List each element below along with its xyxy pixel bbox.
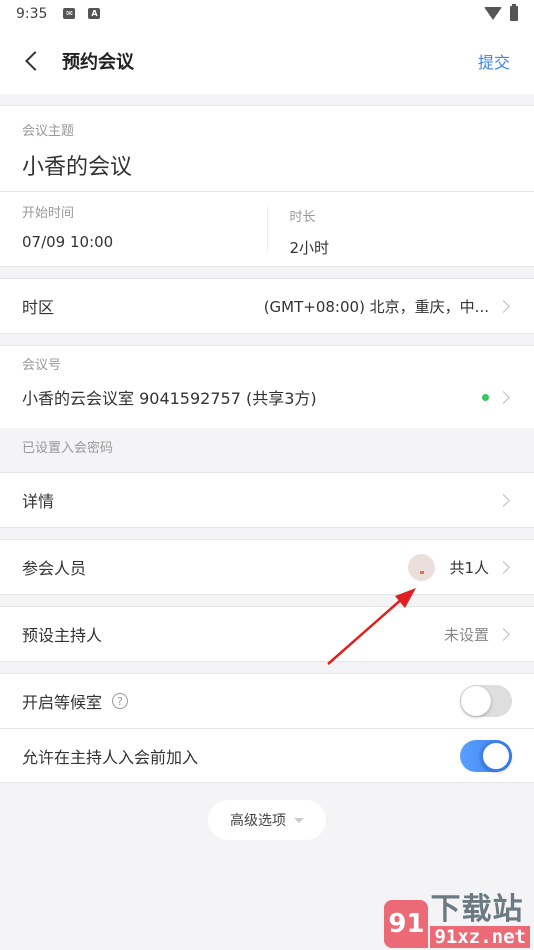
battery-charging-icon [510,4,518,21]
help-icon[interactable]: ? [112,693,129,709]
caret-down-icon [294,817,304,823]
start-time-label: 开始时间 [22,206,75,221]
topic-label: 会议主题 [22,124,75,139]
waiting-room-toggle[interactable] [460,685,512,717]
host-row[interactable]: 预设主持人 未设置 [0,607,534,661]
meeting-id-label: 会议号 [22,358,62,373]
chevron-right-icon [497,299,510,313]
topic-time-section: 会议主题 小香的会议 开始时间 07/09 10:00 时长 2小时 [0,105,534,267]
mail-icon: ✉ [63,8,76,19]
chevron-right-icon [497,627,510,641]
host-value: 未设置 [443,625,489,644]
start-time-value: 07/09 10:00 [22,233,114,251]
watermark-en: 91xz.net [430,926,530,948]
waiting-room-label: 开启等候室 [22,693,103,712]
topic-value: 小香的会议 [22,155,133,180]
join-before-host-row: 允许在主持人入会前加入 [0,728,534,782]
meeting-id-value: 小香的云会议室 9041592757 (共享3方) [22,389,317,408]
wifi-icon [484,7,502,20]
participants-count: 共1人 [449,558,489,577]
timezone-row[interactable]: 时区 (GMT+08:00) 北京，重庆，中... [0,279,534,333]
status-bar: 9:35 ✉ A [0,0,534,27]
join-before-host-label: 允许在主持人入会前加入 [22,747,199,767]
watermark-logo: 91 [384,900,429,948]
app-header: 预约会议 提交 [0,27,534,94]
topic-field[interactable]: 会议主题 小香的会议 [0,106,534,192]
advanced-options-label: 高级选项 [230,813,286,829]
duration-field[interactable]: 时长 2小时 [266,206,534,257]
timezone-label: 时区 [22,298,55,317]
avatar [408,553,436,581]
chevron-right-icon [497,390,510,404]
status-dot-icon [482,393,489,401]
chevron-left-icon[interactable] [25,50,45,71]
timezone-value: (GMT+08:00) 北京，重庆，中... [263,297,489,316]
toggle-knob [461,686,491,716]
chevron-right-icon [497,493,510,507]
password-note: 已设置入会密码 [0,428,534,472]
participants-row[interactable]: 参会人员 共1人 [0,540,534,594]
meeting-id-row[interactable]: 会议号 小香的云会议室 9041592757 (共享3方) [0,346,534,428]
duration-label: 时长 [289,210,316,225]
watermark-cn: 下载站 [430,892,524,927]
a-icon: A [88,8,101,19]
waiting-room-row: 开启等候室 ? [0,674,534,728]
details-row[interactable]: 详情 [0,473,534,527]
chevron-right-icon [497,560,510,574]
host-label: 预设主持人 [22,626,103,645]
join-before-host-toggle[interactable] [460,739,512,772]
status-time: 9:35 [16,5,48,22]
page-title: 预约会议 [62,51,134,73]
advanced-options-button[interactable]: 高级选项 [208,800,326,840]
watermark: 91 下载站 91xz.net [384,894,530,948]
participants-label: 参会人员 [22,559,87,578]
toggle-knob [481,740,511,771]
submit-button[interactable]: 提交 [478,49,510,73]
details-label: 详情 [22,492,55,511]
start-time-field[interactable]: 开始时间 07/09 10:00 [0,192,267,266]
duration-value: 2小时 [289,239,330,257]
